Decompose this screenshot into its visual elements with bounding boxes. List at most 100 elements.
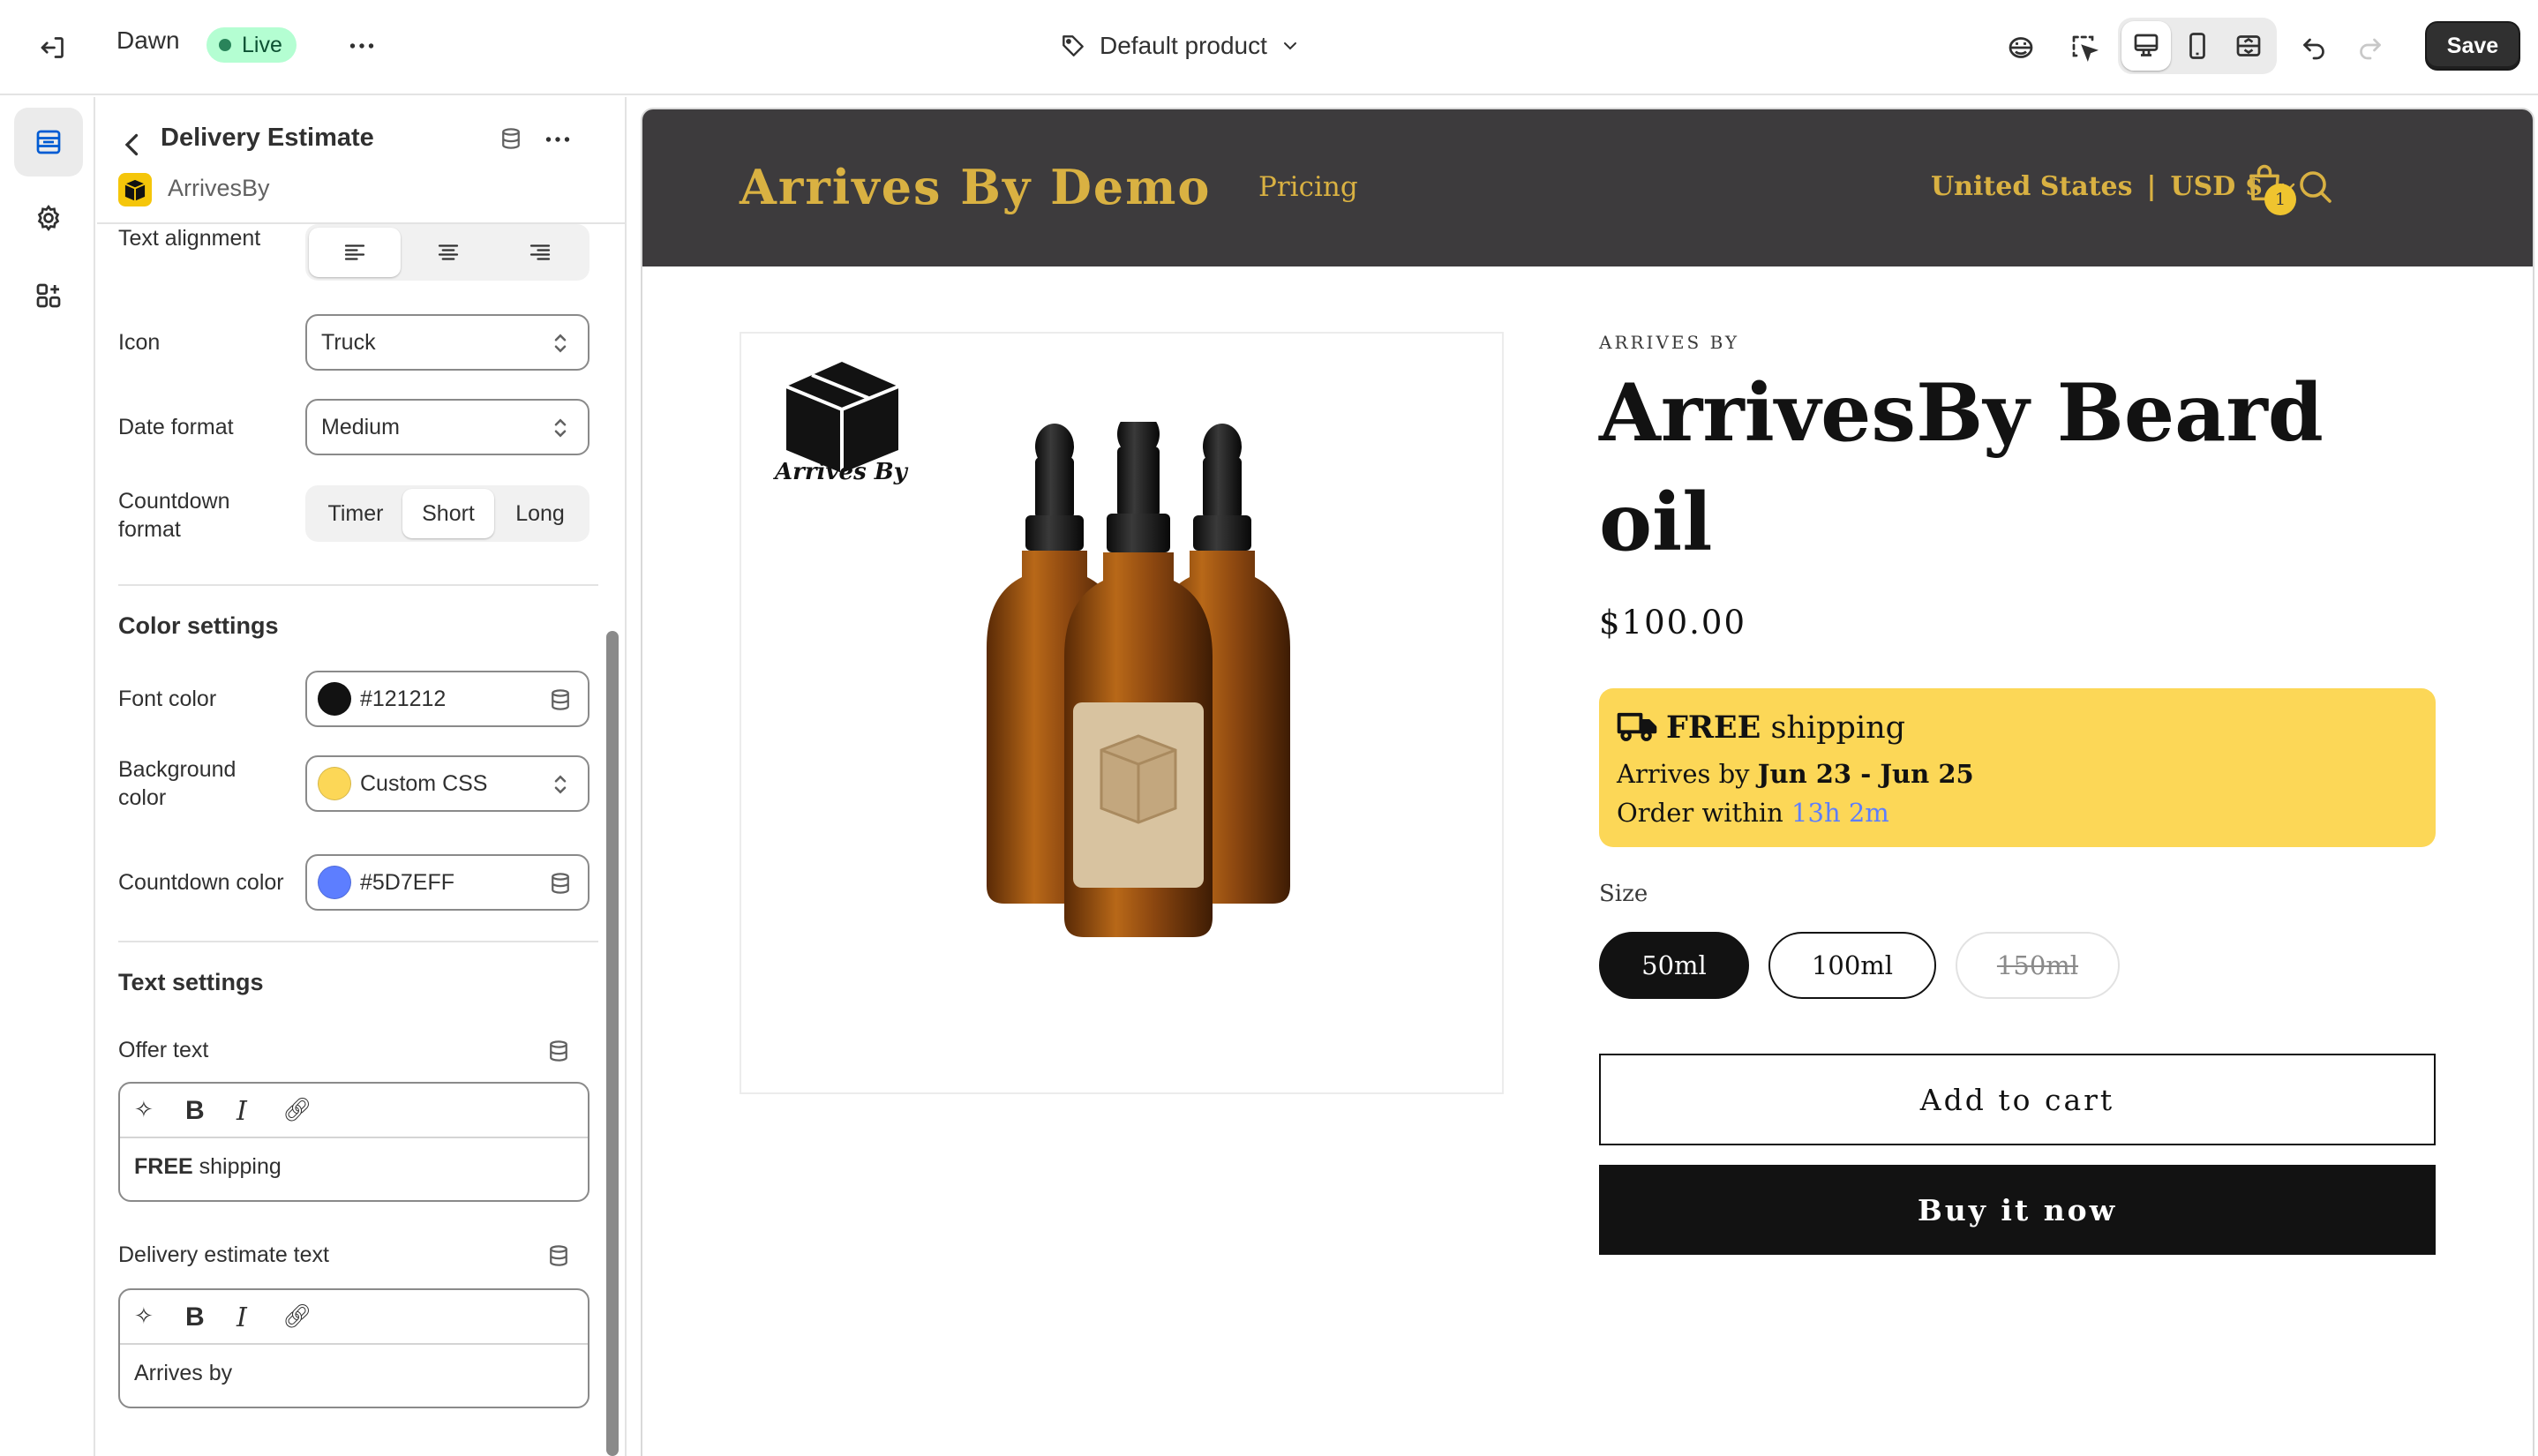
dynamic-source-icon[interactable] [545, 1242, 572, 1269]
more-actions-button[interactable] [341, 26, 383, 65]
date-format-value: Medium [321, 414, 400, 439]
theme-settings-button[interactable] [14, 184, 83, 252]
rich-text-toolbar: ✧ B I 🔗︎ [120, 1084, 588, 1138]
offer-text-content[interactable]: FREE shipping [120, 1138, 588, 1196]
store-preview: Arrives By Demo Pricing United States | … [642, 109, 2533, 1456]
inspector-button[interactable] [2061, 25, 2107, 71]
align-right-option[interactable] [494, 228, 586, 277]
countdown-color-swatch[interactable] [318, 866, 351, 899]
app-embed-icon [2009, 37, 2033, 58]
align-left-option[interactable] [309, 228, 401, 277]
link-icon[interactable]: 🔗︎ [282, 1302, 312, 1330]
product-title: ArrivesBy Beard oil [1599, 366, 2324, 569]
panel-scrollbar[interactable] [606, 631, 619, 1456]
block-more-button[interactable] [538, 122, 577, 157]
app-embeds-rail-button[interactable] [14, 261, 83, 330]
icon-label: Icon [118, 330, 161, 355]
text-alignment-label: Text alignment [118, 226, 261, 251]
exit-button[interactable] [30, 26, 76, 69]
delivery-estimate-text-content[interactable]: Arrives by [120, 1345, 588, 1402]
app-embeds-button[interactable] [1998, 25, 2044, 71]
countdown-format-control: Timer Short Long [305, 485, 589, 542]
countdown-option-short[interactable]: Short [402, 489, 494, 538]
countdown-option-long[interactable]: Long [494, 489, 586, 538]
countdown-timer: 13h 2m [1791, 798, 1889, 828]
truck-icon [1617, 712, 1657, 741]
beard-oil-bottles-image [987, 422, 1290, 937]
dynamic-source-icon[interactable] [498, 125, 524, 152]
offer-text-editor[interactable]: ✧ B I 🔗︎ FREE shipping [118, 1082, 589, 1202]
template-selector[interactable]: Default product [1059, 23, 1301, 69]
dynamic-source-icon[interactable] [547, 687, 574, 713]
countdown-color-picker[interactable]: #5D7EFF [305, 854, 589, 911]
select-arrows-icon [554, 334, 567, 353]
font-color-picker[interactable]: #121212 [305, 671, 589, 727]
countdown-option-timer[interactable]: Timer [309, 489, 402, 538]
link-icon[interactable]: 🔗︎ [282, 1096, 312, 1123]
arrives-by-prefix: Arrives by [1617, 759, 1758, 789]
text-alignment-control [305, 224, 589, 281]
font-color-swatch[interactable] [318, 682, 351, 716]
mobile-view-button[interactable] [2173, 21, 2222, 71]
select-arrows-icon [554, 418, 567, 438]
date-format-select[interactable]: Medium [305, 399, 589, 455]
magic-wand-icon[interactable]: ✧ [134, 1096, 154, 1123]
search-icon[interactable] [2294, 166, 2337, 208]
select-arrows-icon [554, 775, 567, 794]
dynamic-source-icon[interactable] [547, 870, 574, 897]
italic-button[interactable]: I [237, 1096, 247, 1127]
sections-button[interactable] [14, 108, 83, 176]
size-option-50ml[interactable]: 50ml [1599, 932, 1749, 999]
align-center-icon [438, 244, 459, 260]
template-label: Default product [1100, 32, 1267, 59]
countdown-color-value: #5D7EFF [360, 869, 454, 895]
dynamic-source-icon[interactable] [545, 1038, 572, 1064]
live-label: Live [242, 32, 282, 57]
store-name[interactable]: Arrives By Demo [740, 159, 1211, 215]
delivery-date-range: Jun 23 - Jun 25 [1757, 759, 1974, 789]
desktop-icon [2134, 34, 2159, 56]
store-header: Arrives By Demo Pricing United States | … [642, 109, 2533, 266]
italic-button[interactable]: I [237, 1302, 247, 1333]
apps-icon [36, 283, 61, 308]
delivery-estimate-text-editor[interactable]: ✧ B I 🔗︎ Arrives by [118, 1288, 589, 1408]
save-button[interactable]: Save [2425, 21, 2520, 71]
editor-top-bar: Dawn Live Default product Save [0, 0, 2538, 95]
full-width-view-button[interactable] [2224, 21, 2273, 71]
bold-button[interactable]: B [185, 1302, 205, 1332]
magic-wand-icon[interactable]: ✧ [134, 1302, 154, 1330]
order-within-line: Order within 13h 2m [1617, 798, 1889, 828]
back-button[interactable] [115, 127, 150, 162]
offer-text-bold: FREE [134, 1154, 193, 1179]
offer-line: FREE shipping [1666, 709, 1905, 746]
background-color-label-line2: color [118, 785, 167, 810]
product-media[interactable]: Arrives By [740, 332, 1504, 1094]
countdown-format-label-line2: format [118, 517, 181, 542]
countdown-format-label: Countdown [118, 489, 230, 514]
redo-button[interactable] [2347, 25, 2393, 71]
bold-button[interactable]: B [185, 1096, 205, 1126]
background-color-select[interactable]: Custom CSS [305, 755, 589, 812]
offer-shipping-text: shipping [1770, 710, 1906, 746]
arrivesby-app-icon [118, 173, 152, 206]
arrives-by-line: Arrives by Jun 23 - Jun 25 [1617, 759, 1974, 789]
align-right-icon [529, 244, 551, 260]
align-center-option[interactable] [402, 228, 494, 277]
undo-button[interactable] [2291, 25, 2337, 71]
desktop-view-button[interactable] [2121, 21, 2171, 71]
section-divider [118, 941, 598, 942]
icon-select[interactable]: Truck [305, 314, 589, 371]
buy-it-now-button[interactable]: Buy it now [1599, 1165, 2436, 1255]
chevron-left-icon [124, 133, 139, 156]
size-option-150ml[interactable]: 150ml [1956, 932, 2120, 999]
nav-link-pricing[interactable]: Pricing [1258, 171, 1358, 203]
arrivesby-logo [785, 362, 899, 473]
editor-sidebar-rail [0, 97, 95, 1456]
redo-icon [2360, 38, 2381, 60]
panel-title: Delivery Estimate [161, 124, 374, 152]
size-option-100ml[interactable]: 100ml [1768, 932, 1936, 999]
add-to-cart-button[interactable]: Add to cart [1599, 1054, 2436, 1145]
offer-free-text: FREE [1666, 709, 1761, 746]
background-color-swatch[interactable] [318, 767, 351, 800]
product-vendor: ARRIVES BY [1599, 332, 1740, 353]
